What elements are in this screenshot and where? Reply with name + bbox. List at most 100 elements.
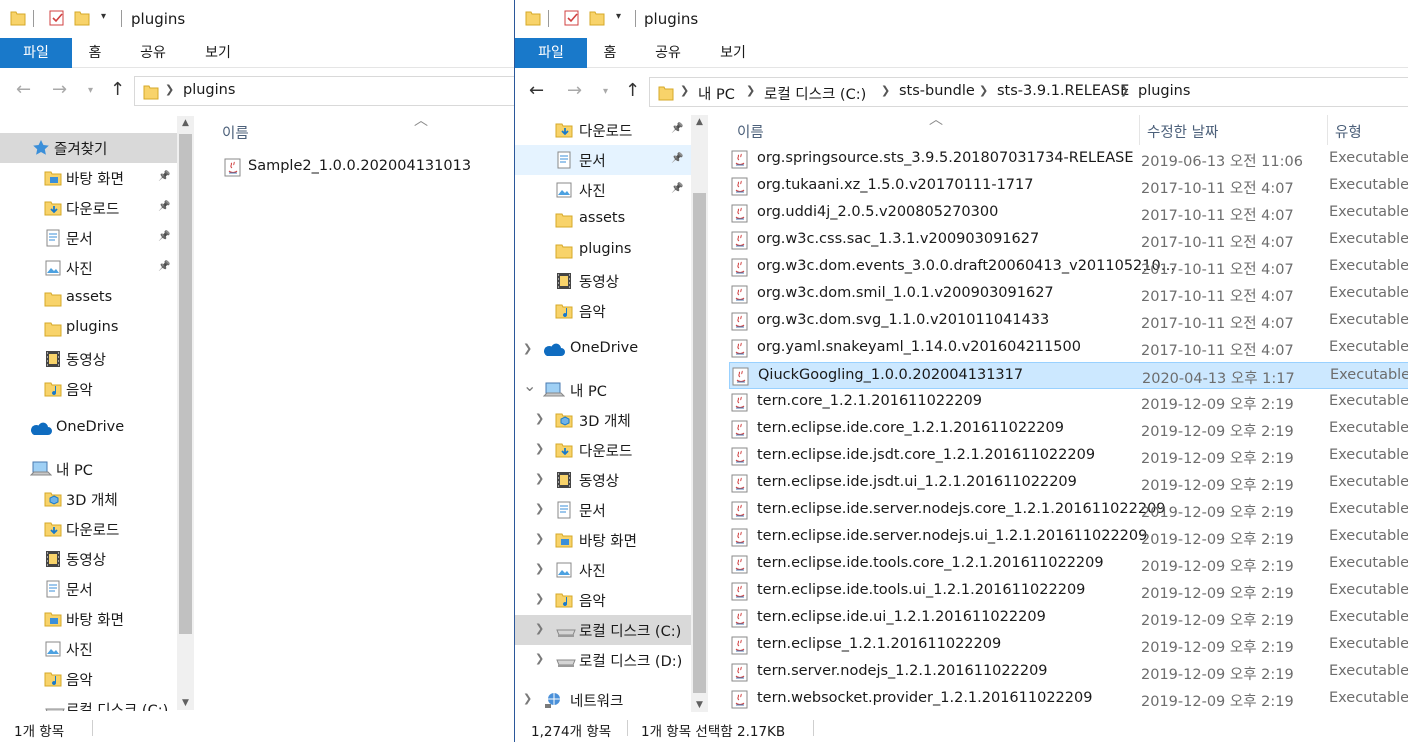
sidebar-item[interactable]: 음악 — [0, 374, 177, 404]
breadcrumb-local-disk-c[interactable]: 로컬 디스크 (C:) — [764, 83, 866, 104]
breadcrumb-sts-bundle[interactable]: sts-bundle — [899, 83, 975, 99]
sidebar-item[interactable]: 사진 📌 — [515, 175, 691, 205]
left-address-bar[interactable]: ❯ plugins — [134, 76, 514, 106]
right-scroll-down-icon[interactable]: ▼ — [691, 700, 708, 710]
table-row[interactable]: tern.eclipse.ide.server.nodejs.ui_1.2.1.… — [729, 524, 1408, 551]
table-row[interactable]: tern.eclipse.ide.jsdt.ui_1.2.1.201611022… — [729, 470, 1408, 497]
left-properties-icon[interactable] — [48, 9, 66, 29]
right-new-folder-icon[interactable] — [589, 9, 605, 29]
left-up-arrow-icon[interactable]: ↑ — [110, 79, 125, 100]
left-scroll-thumb[interactable] — [179, 134, 192, 634]
chevron-right-icon[interactable]: ❯ — [535, 532, 544, 545]
breadcrumb-sts-release[interactable]: sts-3.9.1.RELEASE — [997, 83, 1129, 99]
sidebar-item[interactable]: ❯ 문서 — [515, 495, 691, 525]
sidebar-item[interactable]: assets — [515, 205, 691, 235]
pin-icon[interactable]: 📌 — [671, 183, 683, 194]
chevron-right-icon[interactable]: ❯ — [535, 412, 544, 425]
pin-icon[interactable]: 📌 — [158, 261, 170, 272]
right-address-bar[interactable]: ❯ 내 PC ❯ 로컬 디스크 (C:) ❯ sts-bundle ❯ sts-… — [649, 77, 1408, 107]
right-tab-share[interactable]: 공유 — [639, 38, 697, 68]
right-recent-dropdown-icon[interactable]: ▾ — [603, 86, 608, 97]
left-scroll-down-icon[interactable]: ▼ — [177, 698, 194, 708]
pin-icon[interactable]: 📌 — [671, 153, 683, 164]
breadcrumb-chevron-icon[interactable]: ❯ — [881, 84, 890, 97]
table-row[interactable]: org.uddi4j_2.0.5.v200805270300 2017-10-11… — [729, 200, 1408, 227]
right-tab-view[interactable]: 보기 — [703, 38, 763, 68]
sidebar-item[interactable]: ❯ 다운로드 — [515, 435, 691, 465]
sidebar-item[interactable]: ❯ 바탕 화면 — [515, 525, 691, 555]
table-row[interactable]: tern.eclipse.ide.ui_1.2.1.201611022209 20… — [729, 605, 1408, 632]
chevron-right-icon[interactable]: ❯ — [535, 652, 544, 665]
right-qa-dropdown-icon[interactable]: ▾ — [616, 11, 621, 22]
right-up-arrow-icon[interactable]: ↑ — [625, 80, 640, 101]
table-row[interactable]: tern.websocket.provider_1.2.1.2016110222… — [729, 686, 1408, 712]
sidebar-item[interactable]: plugins — [515, 236, 691, 266]
sidebar-item[interactable]: 3D 개체 — [0, 484, 177, 514]
sidebar-item[interactable]: ❯ 로컬 디스크 (C:) — [515, 615, 691, 645]
sidebar-item[interactable]: 사진 📌 — [0, 253, 177, 283]
column-name[interactable]: 이름 — [737, 121, 764, 142]
chevron-right-icon[interactable]: ❯ — [535, 622, 544, 635]
sidebar-item[interactable]: ❯ 음악 — [515, 585, 691, 615]
table-row[interactable]: tern.eclipse_1.2.1.201611022209 2019-12-0… — [729, 632, 1408, 659]
sidebar-item[interactable]: 사진 — [0, 634, 177, 664]
breadcrumb-chevron-icon[interactable]: ❯ — [1120, 84, 1129, 97]
sidebar-item[interactable]: ❯ 사진 — [515, 555, 691, 585]
breadcrumb-chevron-icon[interactable]: ❯ — [680, 84, 689, 97]
chevron-right-icon[interactable]: ❯ — [523, 692, 532, 705]
table-row[interactable]: org.w3c.dom.smil_1.0.1.v200903091627 2017… — [729, 281, 1408, 308]
pin-icon[interactable]: 📌 — [671, 123, 683, 134]
right-scroll-thumb[interactable] — [693, 193, 706, 693]
column-separator[interactable] — [1327, 115, 1328, 145]
sidebar-item[interactable]: 바탕 화면 — [0, 604, 177, 634]
left-tab-view[interactable]: 보기 — [188, 38, 248, 68]
chevron-right-icon[interactable]: ❯ — [523, 342, 532, 355]
table-row[interactable]: org.w3c.css.sac_1.3.1.v200903091627 2017-… — [729, 227, 1408, 254]
table-row[interactable]: tern.eclipse.ide.jsdt.core_1.2.1.2016110… — [729, 443, 1408, 470]
right-scroll-up-icon[interactable]: ▲ — [691, 117, 708, 127]
column-type[interactable]: 유형 — [1335, 121, 1362, 142]
sidebar-item[interactable]: ❯ 로컬 디스크 (D:) — [515, 645, 691, 675]
chevron-down-icon[interactable]: ⌄ — [523, 376, 536, 395]
table-row[interactable]: org.springsource.sts_3.9.5.201807031734-… — [729, 146, 1408, 173]
column-separator[interactable] — [1139, 115, 1140, 145]
left-nav-scrollbar[interactable]: ▲ ▼ — [177, 116, 194, 710]
chevron-right-icon[interactable]: ❯ — [535, 472, 544, 485]
sidebar-item[interactable]: 문서 — [0, 574, 177, 604]
left-qa-dropdown-icon[interactable]: ▾ — [101, 11, 106, 22]
left-recent-dropdown-icon[interactable]: ▾ — [88, 85, 93, 96]
sidebar-item[interactable]: plugins — [0, 314, 177, 344]
sidebar-item[interactable]: OneDrive — [0, 414, 177, 444]
breadcrumb-this-pc[interactable]: 내 PC — [698, 83, 735, 104]
chevron-right-icon[interactable]: ❯ — [535, 562, 544, 575]
sidebar-item[interactable]: 다운로드 — [0, 514, 177, 544]
chevron-right-icon[interactable]: ❯ — [535, 442, 544, 455]
sidebar-item[interactable]: 문서 📌 — [0, 223, 177, 253]
sidebar-item[interactable]: ❯ 네트워크 — [515, 685, 691, 712]
sidebar-item[interactable]: ❯ 3D 개체 — [515, 405, 691, 435]
table-row[interactable]: org.w3c.dom.svg_1.1.0.v201011041433 2017-… — [729, 308, 1408, 335]
right-tab-file[interactable]: 파일 — [515, 38, 587, 68]
table-row[interactable]: org.tukaani.xz_1.5.0.v20170111-1717 2017-… — [729, 173, 1408, 200]
sidebar-item[interactable]: 동영상 — [0, 544, 177, 574]
right-forward-arrow-icon[interactable]: → — [567, 80, 582, 101]
left-breadcrumb-chevron-icon[interactable]: ❯ — [165, 83, 174, 96]
sidebar-item[interactable]: 문서 📌 — [515, 145, 691, 175]
left-tab-home[interactable]: 홈 — [72, 38, 118, 68]
sidebar-item[interactable]: 로컬 디스크 (C:) — [0, 694, 177, 711]
sidebar-item[interactable]: ❯ OneDrive — [515, 335, 691, 365]
left-tab-file[interactable]: 파일 — [0, 38, 72, 68]
chevron-right-icon[interactable]: ❯ — [535, 592, 544, 605]
sidebar-item[interactable]: 동영상 — [0, 344, 177, 374]
pin-icon[interactable]: 📌 — [158, 201, 170, 212]
sidebar-item[interactable]: 내 PC — [0, 454, 177, 484]
pin-icon[interactable]: 📌 — [158, 231, 170, 242]
sidebar-item[interactable]: 음악 — [0, 664, 177, 694]
right-nav-scrollbar[interactable]: ▲ ▼ — [691, 115, 708, 712]
sidebar-item[interactable]: ❯ 동영상 — [515, 465, 691, 495]
breadcrumb-plugins[interactable]: plugins — [1138, 83, 1190, 99]
sidebar-item[interactable]: 다운로드 📌 — [0, 193, 177, 223]
chevron-right-icon[interactable]: ❯ — [535, 502, 544, 515]
table-row[interactable]: tern.eclipse.ide.tools.core_1.2.1.201611… — [729, 551, 1408, 578]
sidebar-item[interactable]: 동영상 — [515, 266, 691, 296]
